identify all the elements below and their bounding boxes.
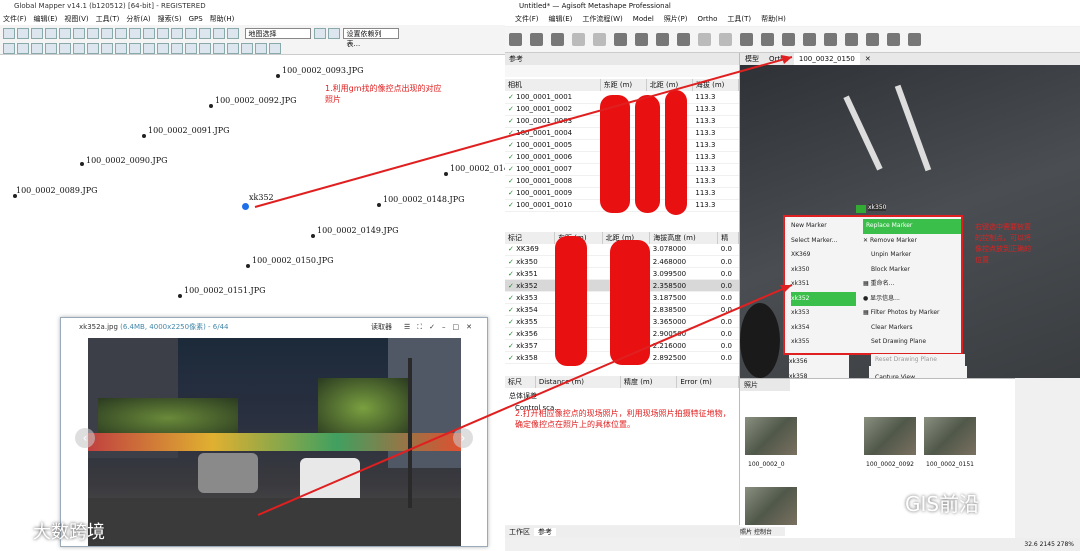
annotation-arrows [254, 55, 793, 516]
arrow-gm-to-photo [254, 56, 793, 208]
watermark: 大数跨境 [33, 522, 105, 543]
arrow-head [781, 55, 792, 64]
watermark: GIS前沿 [905, 492, 980, 516]
arrow-photo-to-menu [257, 284, 793, 516]
